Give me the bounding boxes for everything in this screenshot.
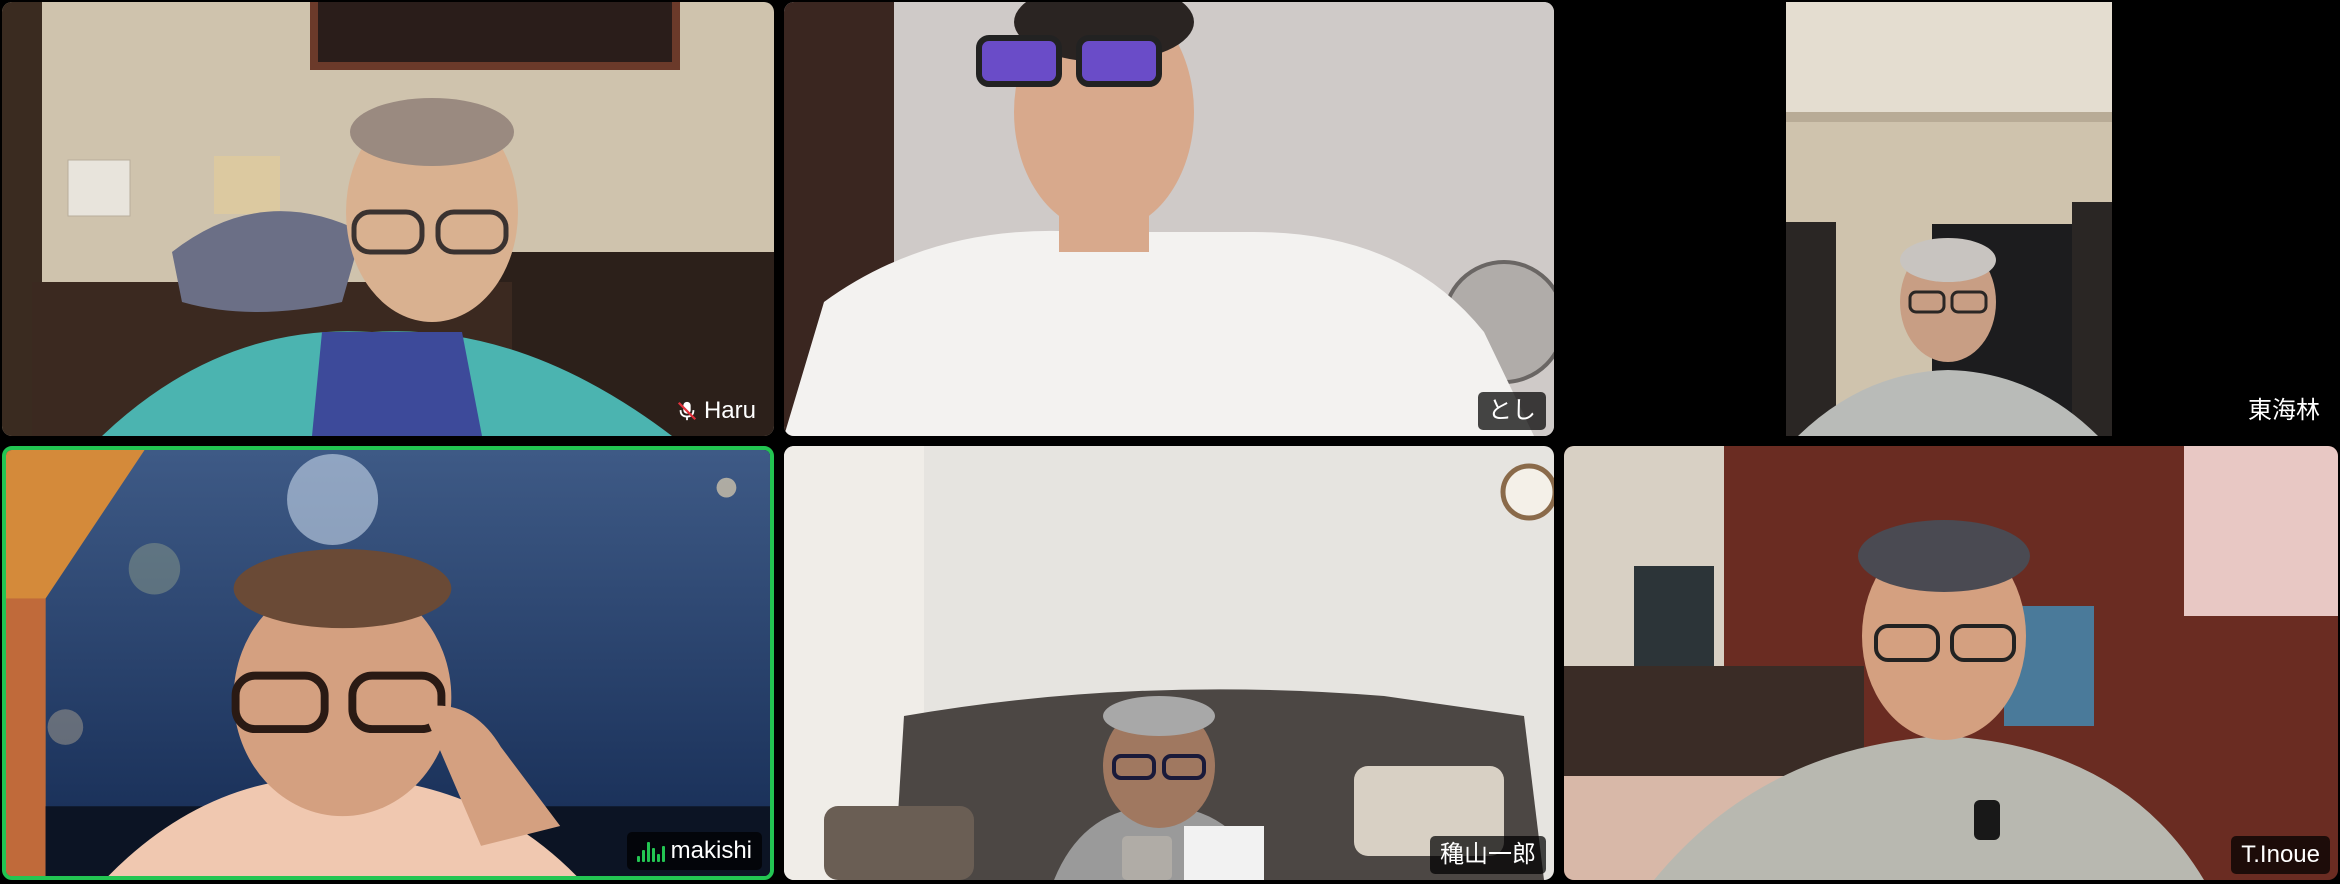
participant-name-tag: T.Inoue: [2231, 836, 2330, 874]
participant-name: makishi: [670, 837, 752, 864]
video-tile-tokairin[interactable]: 東海林: [1564, 2, 2338, 436]
video-tile-toshi[interactable]: とし: [784, 2, 1554, 436]
participant-video: [784, 2, 1554, 436]
microphone-off-icon: [677, 401, 697, 421]
participant-name: とし: [1488, 397, 1536, 424]
video-tile-haru[interactable]: Haru: [2, 2, 774, 436]
video-tile-makishi[interactable]: makishi: [2, 446, 774, 880]
participant-name: 穐山一郎: [1440, 841, 1536, 868]
participant-video: [1564, 2, 2338, 436]
participant-name: Haru: [703, 397, 756, 424]
video-tile-akiyama[interactable]: 穐山一郎: [784, 446, 1554, 880]
participant-name-tag: とし: [1478, 392, 1546, 430]
participant-video: [6, 450, 770, 876]
participant-name-tag: 東海林: [2238, 392, 2330, 430]
participant-name: 東海林: [2248, 397, 2320, 424]
participant-video: [1564, 446, 2338, 880]
participant-name: T.Inoue: [2241, 841, 2320, 868]
participant-video: [2, 2, 774, 436]
participant-name-tag: 穐山一郎: [1430, 836, 1546, 874]
participant-video: [784, 446, 1554, 880]
audio-level-icon: [636, 840, 665, 862]
video-tile-t-inoue[interactable]: T.Inoue: [1564, 446, 2338, 880]
participant-name-tag: makishi: [626, 832, 762, 870]
video-gallery: Haru とし 東海林 makishi 穐山一郎 T.Inoue: [0, 0, 2340, 884]
participant-name-tag: Haru: [666, 392, 766, 430]
